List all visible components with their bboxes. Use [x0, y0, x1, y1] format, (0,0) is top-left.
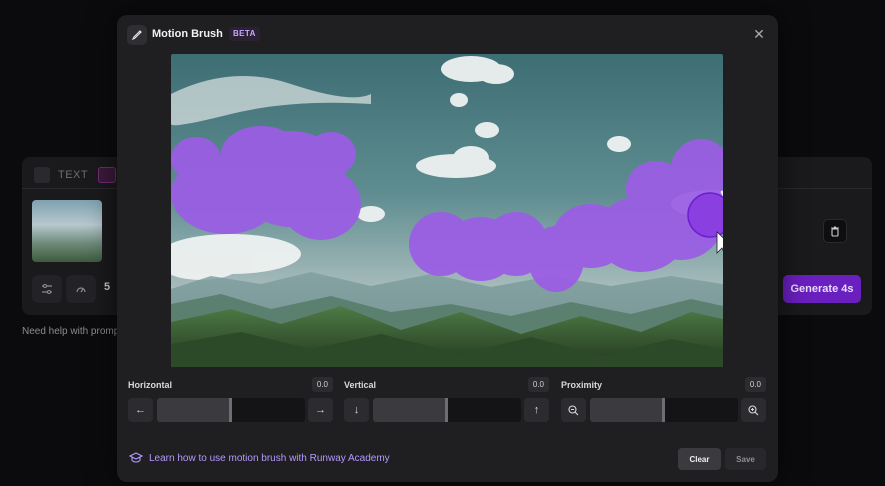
help-text: Need help with promp — [22, 326, 120, 337]
academy-link-label: Learn how to use motion brush with Runwa… — [149, 452, 390, 464]
generate-button[interactable]: Generate 4s — [783, 275, 861, 303]
zoom-out-button[interactable] — [561, 398, 586, 422]
tab-text[interactable]: TEXT — [34, 167, 88, 183]
close-icon[interactable]: ✕ — [751, 26, 767, 42]
brush-canvas[interactable] — [171, 54, 723, 367]
speed-button[interactable] — [66, 275, 96, 303]
arrow-up-button[interactable]: ↑ — [524, 398, 549, 422]
modal-header: Motion Brush BETA ✕ — [117, 15, 778, 55]
graduation-cap-icon — [129, 452, 143, 463]
horizontal-label: Horizontal — [128, 380, 172, 390]
proximity-slider[interactable] — [590, 398, 738, 422]
modal-title: Motion Brush — [152, 28, 223, 40]
proximity-value[interactable]: 0.0 — [744, 377, 766, 392]
proximity-label: Proximity — [561, 380, 603, 390]
beta-badge: BETA — [229, 27, 260, 41]
slider-thumb[interactable] — [229, 398, 232, 422]
sliders-icon — [42, 284, 52, 294]
zoom-in-button[interactable] — [741, 398, 766, 422]
zoom-in-icon — [748, 404, 759, 415]
arrow-left-button[interactable]: ← — [128, 398, 153, 422]
vertical-value[interactable]: 0.0 — [527, 377, 549, 392]
scene-image — [171, 54, 723, 367]
text-icon — [34, 167, 50, 183]
tab-image-icon[interactable] — [98, 167, 116, 183]
slider-fill — [590, 398, 664, 422]
motion-brush-modal: Motion Brush BETA ✕ Horizontal 0.0 ← → V… — [117, 15, 778, 482]
academy-link[interactable]: Learn how to use motion brush with Runwa… — [129, 452, 390, 464]
image-thumbnail[interactable] — [32, 200, 102, 262]
arrow-down-button[interactable]: ↓ — [344, 398, 369, 422]
vertical-slider[interactable] — [373, 398, 521, 422]
slider-fill — [157, 398, 231, 422]
clear-button[interactable]: Clear — [678, 448, 721, 470]
horizontal-value[interactable]: 0.0 — [311, 377, 333, 392]
settings-sliders-button[interactable] — [32, 275, 62, 303]
trash-icon — [831, 225, 839, 237]
duration-value: 5 — [104, 281, 111, 293]
save-button[interactable]: Save — [725, 448, 766, 470]
arrow-right-button[interactable]: → — [308, 398, 333, 422]
slider-thumb[interactable] — [445, 398, 448, 422]
delete-image-button[interactable] — [823, 219, 847, 243]
vertical-label: Vertical — [344, 380, 377, 390]
zoom-out-icon — [568, 404, 579, 415]
brush-icon — [127, 25, 147, 45]
slider-fill — [373, 398, 447, 422]
slider-thumb[interactable] — [662, 398, 665, 422]
gauge-icon — [76, 287, 86, 293]
horizontal-slider[interactable] — [157, 398, 305, 422]
